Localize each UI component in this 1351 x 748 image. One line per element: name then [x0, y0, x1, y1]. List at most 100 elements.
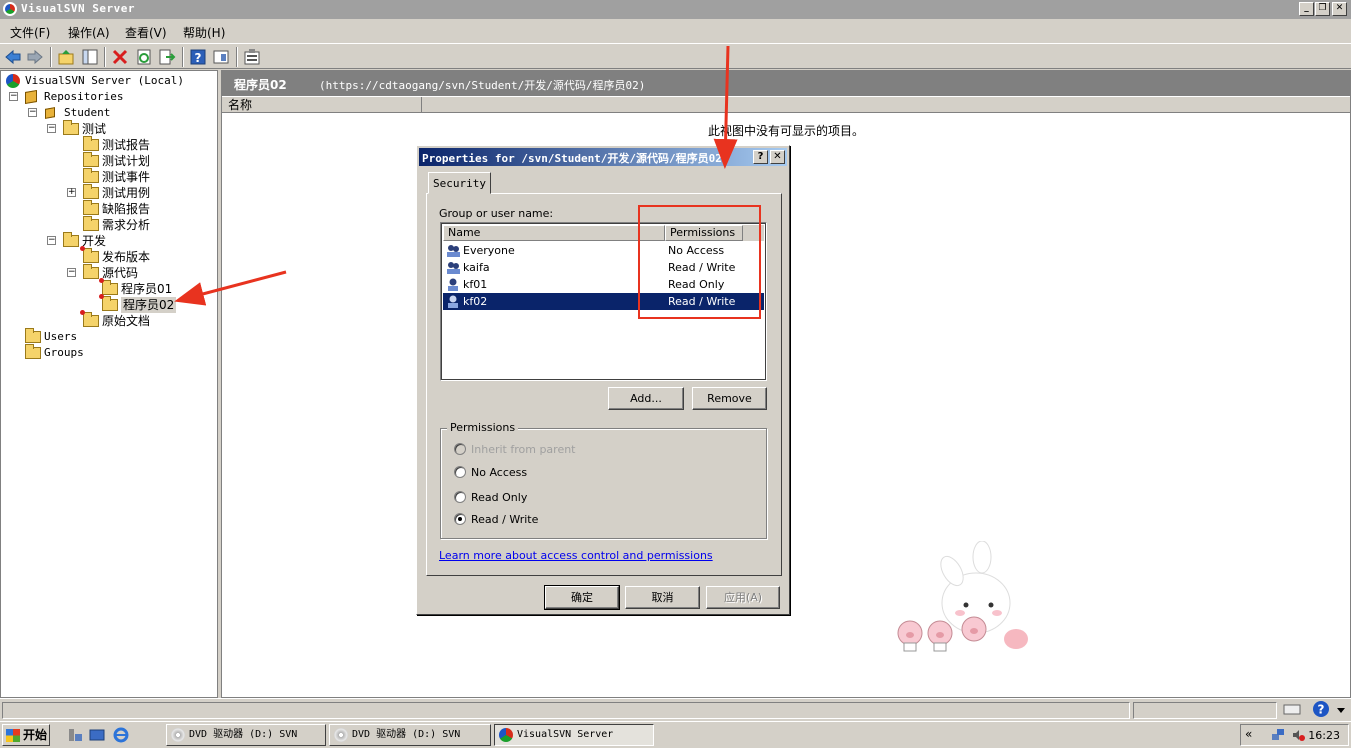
dialog-help-button[interactable]: ? — [753, 150, 768, 164]
permissions-groupbox: Permissions Inherit from parent No Acces… — [440, 421, 767, 539]
remove-button[interactable]: Remove — [692, 387, 767, 410]
close-button[interactable]: ✕ — [1332, 2, 1347, 16]
export-icon[interactable] — [158, 48, 176, 66]
cancel-button[interactable]: 取消 — [625, 586, 700, 609]
menu-file[interactable]: 文件(F) — [10, 24, 50, 41]
add-button[interactable]: Add... — [608, 387, 684, 410]
visualsvn-server-icon — [6, 74, 20, 88]
toolbar-separator — [50, 47, 52, 67]
show-desktop-icon[interactable] — [89, 727, 105, 743]
taskbar-item-dvd-2[interactable]: DVD 驱动器 (D:) SVN — [329, 724, 491, 746]
task-label: DVD 驱动器 (D:) SVN — [189, 729, 298, 740]
svg-text:?: ? — [195, 51, 202, 65]
restore-button[interactable]: ❐ — [1315, 2, 1330, 16]
folder-icon — [25, 328, 41, 343]
folder-permission-icon — [80, 310, 99, 327]
taskbar: 开始 DVD 驱动器 (D:) SVN DVD 驱动器 (D:) SVN Vis… — [0, 721, 1351, 748]
group-icon — [447, 262, 460, 274]
taskbar-item-dvd-1[interactable]: DVD 驱动器 (D:) SVN — [166, 724, 326, 746]
start-button[interactable]: 开始 — [2, 724, 50, 746]
permissions-group-label: Permissions — [447, 421, 519, 434]
tab-security[interactable]: Security — [428, 172, 491, 194]
dialog-close-button[interactable]: ✕ — [770, 150, 785, 164]
show-hide-tree-icon[interactable] — [81, 48, 99, 66]
status-segment — [1133, 702, 1277, 719]
folder-icon — [83, 264, 99, 279]
collapse-toggle[interactable]: − — [47, 236, 56, 245]
folder-icon — [63, 232, 79, 247]
column-name-header[interactable]: 名称 — [222, 97, 422, 113]
folder-icon — [83, 152, 99, 167]
toolbar-separator — [104, 47, 106, 67]
folder-icon — [83, 200, 99, 215]
taskbar-item-visualsvn[interactable]: VisualSVN Server — [494, 724, 654, 746]
windows-logo-icon — [6, 729, 20, 742]
radio-circle-checked — [454, 513, 466, 525]
expand-toggle[interactable]: + — [67, 188, 76, 197]
refresh-icon[interactable] — [135, 48, 153, 66]
start-label: 开始 — [23, 728, 48, 742]
clock[interactable]: 16:23 — [1308, 729, 1340, 742]
radio-circle — [454, 443, 466, 455]
column-name[interactable]: Name — [443, 225, 665, 241]
toolbar-separator — [182, 47, 184, 67]
visualsvn-app-icon — [3, 2, 17, 16]
user-icon — [448, 295, 458, 308]
collapse-toggle[interactable]: − — [28, 108, 37, 117]
group-icon — [447, 245, 460, 257]
window-title: VisualSVN Server — [21, 2, 135, 15]
folder-permission-icon — [99, 278, 118, 295]
repositories-icon — [25, 89, 37, 105]
apply-button[interactable]: 应用(A) — [706, 586, 780, 609]
folder-permission-icon — [80, 246, 99, 263]
volume-muted-icon[interactable] — [1291, 728, 1305, 742]
toolbar: ? — [0, 43, 1351, 69]
bunny-sticker-image — [897, 541, 1028, 652]
content-header: 程序员02 (https://cdtaogang/svn/Student/开发/… — [222, 71, 1350, 96]
up-folder-icon[interactable] — [57, 48, 75, 66]
collapse-toggle[interactable]: − — [47, 124, 56, 133]
folder-icon — [83, 216, 99, 231]
delete-icon[interactable] — [111, 48, 129, 66]
network-icon[interactable] — [1271, 728, 1285, 742]
user-icon — [448, 278, 458, 291]
toolbar-separator — [236, 47, 238, 67]
help-icon[interactable]: ? — [189, 48, 207, 66]
visualsvn-app-icon — [499, 728, 513, 742]
annotation-highlight-box — [638, 205, 761, 319]
dialog-title: Properties for /svn/Student/开发/源代码/程序员02 — [422, 152, 722, 165]
dropdown-arrow-icon[interactable] — [1336, 705, 1346, 715]
menu-help[interactable]: 帮助(H) — [183, 24, 225, 41]
tray-chevron[interactable]: « — [1245, 727, 1252, 741]
folder-icon — [83, 184, 99, 199]
group-or-user-label: Group or user name: — [439, 207, 554, 220]
collapse-toggle[interactable]: − — [67, 268, 76, 277]
menu-action[interactable]: 操作(A) — [68, 24, 110, 41]
help-circle-icon[interactable]: ? — [1311, 699, 1331, 719]
empty-list-message: 此视图中没有可显示的项目。 — [708, 124, 865, 138]
list-column-header: 名称 — [222, 97, 1350, 113]
folder-icon — [83, 168, 99, 183]
keyboard-icon[interactable] — [1283, 700, 1301, 718]
ok-button[interactable]: 确定 — [544, 585, 620, 610]
task-label: DVD 驱动器 (D:) SVN — [352, 729, 461, 740]
minimize-button[interactable]: _ — [1299, 2, 1314, 16]
folder-icon — [83, 136, 99, 151]
forward-icon[interactable] — [26, 48, 44, 66]
svg-text:?: ? — [1318, 703, 1325, 717]
properties-pane-icon[interactable] — [212, 48, 230, 66]
internet-explorer-icon[interactable] — [112, 726, 130, 744]
server-manager-icon[interactable] — [67, 727, 83, 743]
window-titlebar: VisualSVN Server _ ❐ ✕ — [0, 0, 1351, 19]
menu-bar: 文件(F) 操作(A) 查看(V) 帮助(H) — [0, 20, 1351, 42]
learn-more-link[interactable]: Learn more about access control and perm… — [439, 549, 713, 562]
properties-icon[interactable] — [243, 48, 261, 66]
system-tray: « 16:23 — [1240, 724, 1349, 746]
dvd-drive-icon — [171, 728, 185, 742]
collapse-toggle[interactable]: − — [9, 92, 18, 101]
menu-view[interactable]: 查看(V) — [125, 24, 167, 41]
task-label: VisualSVN Server — [517, 729, 614, 740]
radio-circle — [454, 491, 466, 503]
back-icon[interactable] — [4, 48, 22, 66]
folder-icon — [63, 120, 79, 135]
